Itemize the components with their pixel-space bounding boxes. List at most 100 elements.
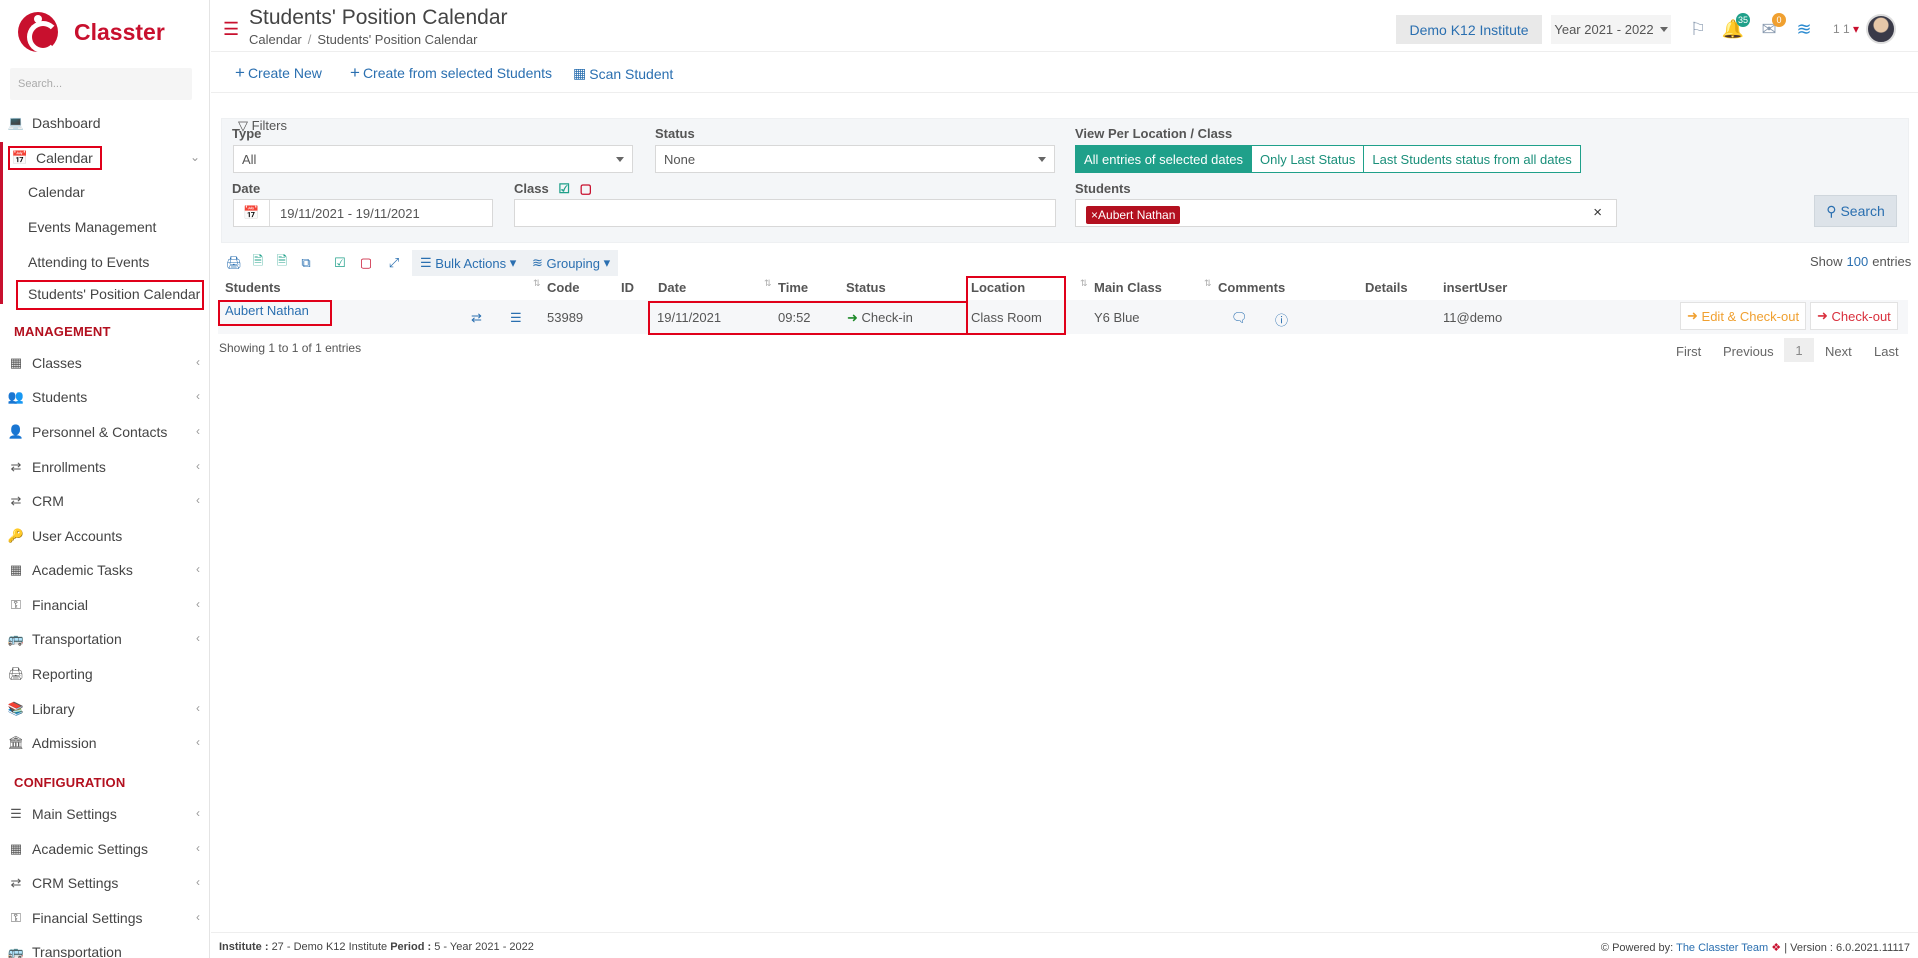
pagination-previous[interactable]: Previous <box>1723 344 1774 359</box>
create-new-button[interactable]: + Create New <box>235 64 322 81</box>
excel-export-icon[interactable]: 🗎 <box>274 253 290 270</box>
chip-remove-icon[interactable]: × <box>1091 208 1098 222</box>
csv-export-icon[interactable]: 🗎 <box>250 253 266 270</box>
sort-icon[interactable]: ⇅ <box>1204 278 1212 289</box>
user-menu-toggle[interactable]: 1 1 ▾ <box>1833 22 1859 36</box>
sort-icon[interactable]: ⇅ <box>1080 278 1088 289</box>
type-select[interactable]: All <box>233 145 633 173</box>
shuffle-icon[interactable]: ⇄ <box>471 310 482 326</box>
view-option-last-students-status[interactable]: Last Students status from all dates <box>1363 146 1580 172</box>
sidebar-item-financial-settings[interactable]: ⚿ Financial Settings ‹ <box>0 904 209 932</box>
expand-icon[interactable]: ⤢ <box>386 255 402 270</box>
flag-icon[interactable]: ⚐ <box>1687 18 1709 40</box>
list-icon[interactable]: ☰ <box>510 310 522 326</box>
cell-location: Class Room <box>971 310 1042 325</box>
student-chip[interactable]: ×Aubert Nathan <box>1086 206 1181 224</box>
layers-icon[interactable]: ≋ <box>1793 18 1815 40</box>
sidebar-item-crm-settings[interactable]: ⇄ CRM Settings ‹ <box>0 869 209 897</box>
scan-student-button[interactable]: ▦ Scan Student <box>573 65 673 82</box>
column-header-time[interactable]: Time <box>778 280 808 295</box>
column-header-status[interactable]: Status <box>846 280 886 295</box>
sidebar-item-transportation-settings[interactable]: 🚌 Transportation <box>0 938 209 958</box>
sidebar-item-students[interactable]: 👥 Students ‹ <box>0 383 209 411</box>
sidebar-item-dashboard[interactable]: 💻 Dashboard <box>0 109 209 137</box>
pagination-current-page[interactable]: 1 <box>1784 338 1814 362</box>
list-icon: ☰ <box>420 255 432 270</box>
sidebar-item-academic-tasks[interactable]: ▦ Academic Tasks ‹ <box>0 556 209 584</box>
info-icon[interactable]: ⓘ <box>1275 310 1288 329</box>
breadcrumb-item[interactable]: Calendar <box>249 32 302 47</box>
classes-icon: ▦ <box>9 841 23 856</box>
column-header-date[interactable]: Date <box>658 280 686 295</box>
search-button[interactable]: ⚲ Search <box>1814 195 1897 227</box>
edit-checkout-button[interactable]: ➜ Edit & Check-out <box>1680 302 1807 330</box>
sidebar-sub-calendar[interactable]: Calendar <box>0 178 209 206</box>
sidebar-item-admission[interactable]: 🏛 Admission ‹ <box>0 729 209 757</box>
sidebar-item-calendar[interactable]: 📅 Calendar ⌄ <box>0 144 209 172</box>
classter-team-link[interactable]: The Classter Team <box>1676 942 1768 954</box>
view-option-all-entries[interactable]: All entries of selected dates <box>1076 146 1251 172</box>
check-all-icon[interactable]: ☑ <box>558 181 570 196</box>
select-all-icon[interactable]: ☑ <box>332 255 348 270</box>
sidebar-item-user-accounts[interactable]: 🔑 User Accounts <box>0 522 209 550</box>
hamburger-menu-icon[interactable]: ☰ <box>223 20 239 38</box>
shuffle-icon: ⇄ <box>10 493 22 508</box>
chevron-left-icon: ‹ <box>196 493 200 507</box>
page-size-select[interactable]: 100 <box>1847 254 1869 269</box>
deselect-all-icon[interactable]: ▢ <box>358 255 374 270</box>
print-icon[interactable]: 🖨 <box>226 255 243 270</box>
chevron-left-icon: ‹ <box>196 875 200 889</box>
pagination-last[interactable]: Last <box>1874 344 1899 359</box>
comment-icon[interactable]: 🗨 <box>1231 310 1248 326</box>
column-header-students[interactable]: Students <box>225 280 281 295</box>
column-header-comments[interactable]: Comments <box>1218 280 1285 295</box>
column-header-main-class[interactable]: Main Class <box>1094 280 1162 295</box>
envelope-icon[interactable]: ✉ 0 <box>1758 13 1786 40</box>
status-select[interactable]: None <box>655 145 1055 173</box>
column-header-insert-user[interactable]: insertUser <box>1443 280 1507 295</box>
copy-icon[interactable]: ⧉ <box>298 255 314 270</box>
bell-icon[interactable]: 🔔 35 <box>1722 13 1750 40</box>
sidebar-item-enrollments[interactable]: ⇄ Enrollments ‹ <box>0 453 209 481</box>
column-header-details[interactable]: Details <box>1365 280 1408 295</box>
avatar[interactable] <box>1866 14 1896 44</box>
student-name-link[interactable]: Aubert Nathan <box>225 303 309 318</box>
classter-logo[interactable]: Classter <box>18 10 165 54</box>
grouping-dropdown[interactable]: ≋ Grouping ▾ <box>524 250 619 276</box>
year-selector[interactable]: Year 2021 - 2022 <box>1551 15 1671 44</box>
sidebar-item-classes[interactable]: ▦ Classes ‹ <box>0 349 209 377</box>
caret-down-icon <box>616 157 624 162</box>
create-from-selected-button[interactable]: + Create from selected Students <box>350 64 552 81</box>
students-input[interactable]: ×Aubert Nathan × <box>1075 199 1617 227</box>
pagination-next[interactable]: Next <box>1825 344 1852 359</box>
sort-icon[interactable]: ⇅ <box>533 278 541 289</box>
sidebar-item-main-settings[interactable]: ☰ Main Settings ‹ <box>0 800 209 828</box>
sidebar-item-label: Calendar <box>36 150 93 166</box>
view-option-only-last-status[interactable]: Only Last Status <box>1250 146 1364 172</box>
sidebar-item-transportation[interactable]: 🚌 Transportation ‹ <box>0 625 209 653</box>
sidebar-item-financial[interactable]: ⚿ Financial ‹ <box>0 591 209 619</box>
sidebar-sub-events-management[interactable]: Events Management <box>0 213 209 241</box>
column-header-code[interactable]: Code <box>547 280 580 295</box>
uncheck-all-icon[interactable]: ▢ <box>580 181 592 196</box>
institute-button[interactable]: Demo K12 Institute <box>1396 15 1542 44</box>
cell-main-class: Y6 Blue <box>1094 310 1140 325</box>
date-range-input[interactable]: 📅 19/11/2021 - 19/11/2021 <box>233 199 493 227</box>
pagination-first[interactable]: First <box>1676 344 1701 359</box>
class-input[interactable] <box>514 199 1056 227</box>
sidebar-sub-attending-events[interactable]: Attending to Events <box>0 248 209 276</box>
sidebar-item-crm[interactable]: ⇄ CRM ‹ <box>0 487 209 515</box>
checkout-button[interactable]: ➜ Check-out <box>1810 302 1898 330</box>
column-header-id[interactable]: ID <box>621 280 634 295</box>
sidebar-item-personnel[interactable]: 👤 Personnel & Contacts ‹ <box>0 418 209 446</box>
clear-icon[interactable]: × <box>1593 204 1602 221</box>
sidebar-item-academic-settings[interactable]: ▦ Academic Settings ‹ <box>0 835 209 863</box>
column-header-location[interactable]: Location <box>971 280 1025 295</box>
sidebar-item-library[interactable]: 📚 Library ‹ <box>0 695 209 723</box>
sidebar-item-reporting[interactable]: 🖨 Reporting <box>0 660 209 688</box>
sort-icon[interactable]: ⇅ <box>764 278 772 289</box>
bulk-actions-dropdown[interactable]: ☰ Bulk Actions ▾ <box>412 250 525 276</box>
sidebar-sub-students-position-calendar[interactable]: Students' Position Calendar <box>0 280 209 308</box>
sidebar-search-input[interactable]: Search... <box>10 68 192 100</box>
show-label: Show <box>1810 254 1843 269</box>
